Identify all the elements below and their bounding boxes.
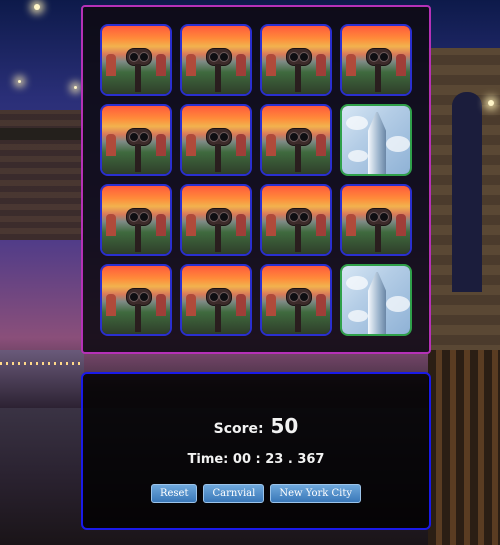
light-spark bbox=[488, 100, 494, 106]
pier-pilings bbox=[428, 350, 500, 545]
nyc-theme-button[interactable]: New York City bbox=[270, 484, 362, 503]
tower-image bbox=[342, 106, 410, 174]
button-row: Reset Carnvial New York City bbox=[83, 484, 429, 503]
binoculars-icon bbox=[206, 48, 232, 92]
binoculars-image bbox=[262, 106, 330, 174]
binoculars-image bbox=[182, 26, 250, 94]
binoculars-image bbox=[102, 106, 170, 174]
memory-card[interactable] bbox=[180, 184, 252, 256]
binoculars-image bbox=[182, 106, 250, 174]
binoculars-icon bbox=[126, 288, 152, 332]
timer-display: Time: 00 : 23 . 367 bbox=[83, 452, 429, 467]
binoculars-image bbox=[262, 186, 330, 254]
binoculars-image bbox=[262, 266, 330, 334]
binoculars-image bbox=[182, 266, 250, 334]
binoculars-icon bbox=[126, 128, 152, 172]
bridge-arch bbox=[452, 92, 482, 292]
card-grid bbox=[100, 24, 412, 336]
binoculars-icon bbox=[206, 288, 232, 332]
light-spark bbox=[34, 4, 40, 10]
reset-button[interactable]: Reset bbox=[150, 484, 198, 503]
binoculars-icon bbox=[286, 288, 312, 332]
memory-card[interactable] bbox=[100, 264, 172, 336]
score-display: Score: 50 bbox=[83, 414, 429, 438]
binoculars-icon bbox=[206, 128, 232, 172]
time-label: Time: bbox=[187, 452, 229, 467]
binoculars-image bbox=[102, 26, 170, 94]
memory-card[interactable] bbox=[100, 104, 172, 176]
city-lights bbox=[0, 362, 84, 365]
memory-card[interactable] bbox=[260, 24, 332, 96]
memory-card[interactable] bbox=[340, 24, 412, 96]
memory-card[interactable] bbox=[260, 104, 332, 176]
binoculars-image bbox=[102, 266, 170, 334]
memory-card[interactable] bbox=[100, 24, 172, 96]
binoculars-icon bbox=[366, 208, 392, 252]
memory-board bbox=[81, 5, 431, 354]
light-spark bbox=[18, 80, 21, 83]
city-skyline bbox=[0, 350, 84, 410]
memory-card[interactable] bbox=[100, 184, 172, 256]
memory-card[interactable] bbox=[340, 184, 412, 256]
binoculars-image bbox=[342, 26, 410, 94]
binoculars-icon bbox=[366, 48, 392, 92]
light-spark bbox=[74, 86, 77, 89]
binoculars-icon bbox=[286, 128, 312, 172]
score-label: Score: bbox=[213, 421, 264, 437]
binoculars-icon bbox=[206, 208, 232, 252]
tower-image bbox=[342, 266, 410, 334]
carnival-theme-button[interactable]: Carnvial bbox=[203, 484, 265, 503]
memory-card[interactable] bbox=[180, 264, 252, 336]
memory-card[interactable] bbox=[260, 264, 332, 336]
binoculars-image bbox=[262, 26, 330, 94]
binoculars-image bbox=[102, 186, 170, 254]
time-value: 00 : 23 . 367 bbox=[232, 452, 325, 467]
binoculars-icon bbox=[126, 48, 152, 92]
control-panel: Score: 50 Time: 00 : 23 . 367 Reset Carn… bbox=[81, 372, 431, 530]
memory-card[interactable] bbox=[180, 104, 252, 176]
score-value: 50 bbox=[270, 414, 299, 438]
bridge-deck bbox=[0, 128, 84, 140]
memory-card[interactable] bbox=[340, 264, 412, 336]
memory-card[interactable] bbox=[180, 24, 252, 96]
binoculars-image bbox=[342, 186, 410, 254]
binoculars-icon bbox=[286, 208, 312, 252]
binoculars-image bbox=[182, 186, 250, 254]
binoculars-icon bbox=[286, 48, 312, 92]
binoculars-icon bbox=[126, 208, 152, 252]
memory-card[interactable] bbox=[340, 104, 412, 176]
memory-card[interactable] bbox=[260, 184, 332, 256]
